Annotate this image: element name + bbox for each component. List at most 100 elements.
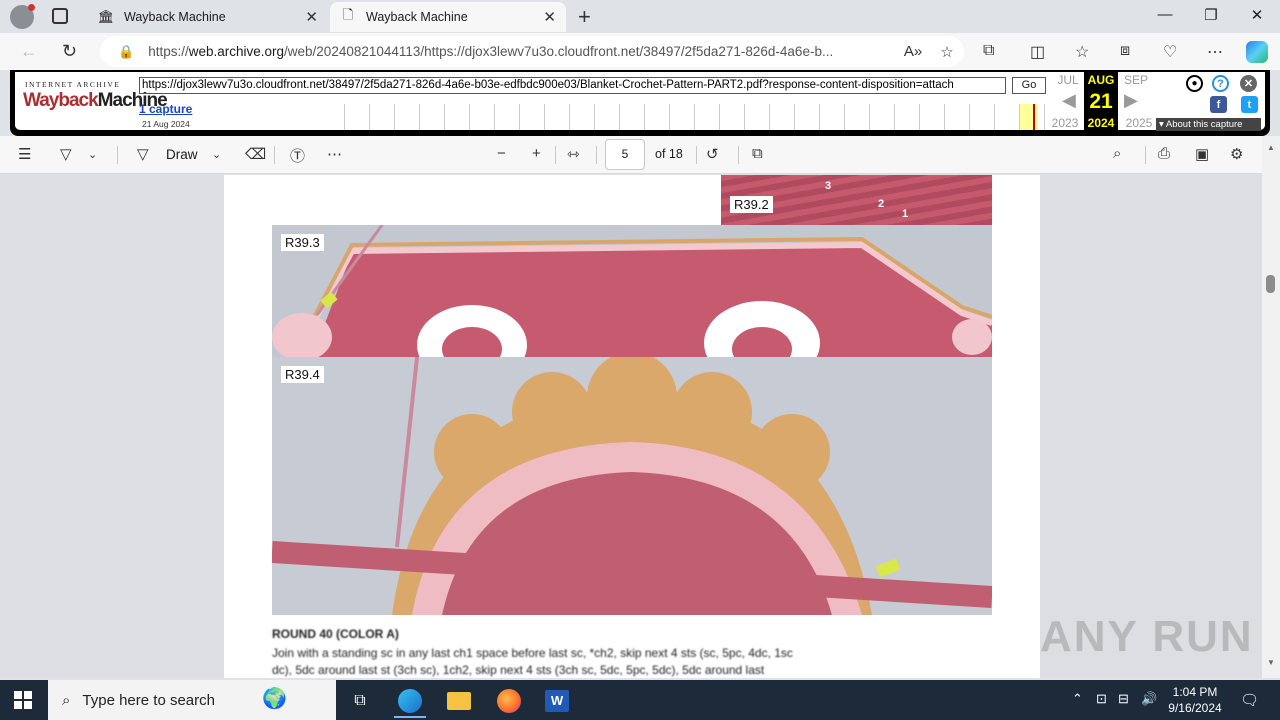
photo-label: R39.2: [730, 196, 773, 213]
highlight-dropdown-icon[interactable]: ⌄: [88, 148, 97, 161]
text-icon[interactable]: Ⓣ: [290, 145, 305, 166]
page-view-icon[interactable]: ⧉: [752, 145, 763, 162]
capture-date-range: 21 Aug 2024: [142, 119, 190, 129]
notifications-icon[interactable]: 🗨: [1240, 691, 1259, 709]
refresh-button[interactable]: ↻: [62, 41, 77, 62]
clock-date: 9/16/2024: [1168, 701, 1222, 715]
split-screen-icon[interactable]: ◫: [1030, 42, 1045, 62]
table-of-contents-icon[interactable]: ☰: [18, 145, 31, 163]
prev-capture-arrow-icon[interactable]: ◀: [1062, 90, 1076, 111]
internet-archive-text: INTERNET ARCHIVE: [25, 80, 121, 89]
next-month[interactable]: SEP: [1120, 73, 1152, 87]
print-icon[interactable]: ⎙: [1158, 145, 1170, 162]
page-number-input[interactable]: 5: [605, 139, 645, 170]
photo-r39-3: R39.3: [272, 225, 992, 357]
sparkline-capture-mark[interactable]: [1033, 104, 1035, 130]
url-path: /web/20240821044113/https://djox3lewv7u3…: [284, 44, 834, 59]
go-button[interactable]: Go: [1012, 77, 1046, 94]
start-button[interactable]: [14, 691, 32, 709]
more-options-icon[interactable]: ⋯: [1207, 42, 1223, 62]
more-tools-icon[interactable]: ⋯: [327, 145, 342, 163]
captures-link[interactable]: 1 capture: [139, 102, 192, 116]
tab-wayback-1[interactable]: 🏛 Wayback Machine ✕: [88, 2, 328, 32]
meet-now-icon[interactable]: ⊡: [1096, 691, 1107, 707]
page-total: of 18: [655, 147, 683, 161]
help-icon[interactable]: ?: [1212, 75, 1229, 92]
anyrun-watermark: ANY RUN: [1040, 612, 1254, 661]
next-capture-arrow-icon[interactable]: ▶: [1124, 90, 1138, 111]
eraser-icon[interactable]: ⌫: [245, 145, 266, 163]
maximize-button[interactable]: ❐: [1188, 6, 1234, 24]
back-button[interactable]: ←: [20, 41, 38, 62]
separator: [696, 146, 697, 164]
zoom-in-icon[interactable]: +: [532, 145, 541, 162]
scroll-down-icon[interactable]: ▼: [1267, 658, 1275, 667]
search-highlight-icon: 🌍: [262, 688, 287, 710]
fit-width-icon[interactable]: ⇿: [567, 145, 580, 163]
lock-icon[interactable]: 🔒: [118, 44, 134, 60]
draw-dropdown-icon[interactable]: ⌄: [212, 148, 221, 161]
scroll-up-icon[interactable]: ▲: [1267, 143, 1275, 152]
tab-wayback-2[interactable]: 🗋 Wayback Machine ✕: [330, 2, 566, 32]
word-icon[interactable]: W: [535, 684, 579, 718]
wayback-url-input[interactable]: https://djox3lewv7u3o.cloudfront.net/384…: [139, 77, 1006, 94]
profile-avatar[interactable]: [10, 4, 35, 29]
pattern-text-line: dc), 5dc around last st (3ch sc), 1ch2, …: [272, 663, 765, 677]
tab-actions-icon[interactable]: [52, 8, 68, 24]
taskbar-clock[interactable]: 1:04 PM 9/16/2024: [1162, 684, 1228, 716]
pdf-toolbar: ☰ ▽ ⌄ ▽ Draw ⌄ ⌫ Ⓣ ⋯ − + ⇿ 5 of 18 ↺ ⧉ ⌕…: [0, 136, 1280, 174]
separator: [596, 146, 597, 164]
save-icon[interactable]: ▣: [1195, 145, 1209, 163]
extensions-icon[interactable]: ⧉: [983, 42, 994, 60]
file-explorer-icon[interactable]: [437, 684, 481, 718]
windows-taskbar: ⌕ Type here to search 🌍 ⧉ W ⌃ ⊡ ⊟ 🔊 1:04…: [0, 680, 1280, 720]
close-icon[interactable]: ✕: [305, 8, 318, 26]
scroll-thumb[interactable]: [1266, 275, 1275, 293]
address-bar[interactable]: 🔒 https://web.archive.org/web/2024082104…: [100, 36, 964, 67]
read-aloud-icon[interactable]: A»: [896, 43, 930, 60]
capture-sparkline[interactable]: [320, 104, 1048, 130]
edge-app-icon[interactable]: [388, 684, 432, 718]
twitter-icon[interactable]: t: [1241, 96, 1258, 113]
network-icon[interactable]: ⊟: [1118, 691, 1129, 707]
taskbar-search[interactable]: ⌕ Type here to search 🌍: [48, 680, 336, 720]
volume-icon[interactable]: 🔊: [1141, 691, 1157, 707]
browser-essentials-icon[interactable]: ♡: [1163, 42, 1177, 62]
prev-month[interactable]: JUL: [1052, 73, 1084, 87]
search-icon[interactable]: ⌕: [1113, 145, 1121, 162]
current-year: 2024: [1087, 116, 1115, 130]
rotate-icon[interactable]: ↺: [706, 145, 719, 163]
settings-gear-icon[interactable]: ⚙: [1230, 145, 1243, 163]
zoom-out-icon[interactable]: −: [497, 145, 506, 162]
minimize-button[interactable]: —: [1142, 6, 1188, 23]
tab-title: Wayback Machine: [366, 10, 468, 24]
vertical-scrollbar[interactable]: ▲ ▼: [1262, 136, 1280, 678]
about-capture-button[interactable]: ▾ About this capture: [1156, 118, 1261, 131]
close-toolbar-icon[interactable]: ✕: [1240, 75, 1257, 92]
show-hidden-icons-icon[interactable]: ⌃: [1072, 691, 1083, 707]
facebook-icon[interactable]: f: [1210, 96, 1227, 113]
highlight-icon[interactable]: ▽: [60, 145, 72, 163]
copilot-icon[interactable]: [1246, 41, 1268, 63]
address-url[interactable]: https://web.archive.org/web/202408210441…: [148, 44, 896, 59]
favorite-star-icon[interactable]: ☆: [930, 43, 964, 61]
task-view-icon[interactable]: ⧉: [338, 684, 382, 718]
close-window-button[interactable]: ✕: [1234, 6, 1280, 24]
new-tab-button[interactable]: +: [578, 4, 591, 30]
draw-icon[interactable]: ▽: [137, 145, 149, 163]
firefox-icon[interactable]: [487, 684, 531, 718]
sparkline-highlight: [1020, 104, 1038, 130]
wayback-toolbar: INTERNET ARCHIVE WaybackMachine https://…: [10, 70, 1270, 136]
pdf-viewer[interactable]: R39.2 3 2 1 R39.3 R39.4 ROUND 40 (COLOR …: [0, 175, 1262, 678]
draw-label[interactable]: Draw: [166, 147, 198, 162]
next-year[interactable]: 2025: [1123, 116, 1155, 130]
separator: [117, 146, 118, 164]
pdf-page: R39.2 3 2 1 R39.3 R39.4 ROUND 40 (COLOR …: [224, 175, 1040, 678]
close-icon[interactable]: ✕: [543, 8, 556, 26]
prev-year[interactable]: 2023: [1049, 116, 1081, 130]
logo-part-a: Wayback: [23, 90, 99, 111]
account-icon[interactable]: ●: [1186, 75, 1203, 92]
favorites-icon[interactable]: ☆: [1075, 42, 1089, 62]
about-capture-label: About this capture: [1165, 119, 1243, 130]
collections-icon[interactable]: ⧈: [1120, 42, 1130, 60]
